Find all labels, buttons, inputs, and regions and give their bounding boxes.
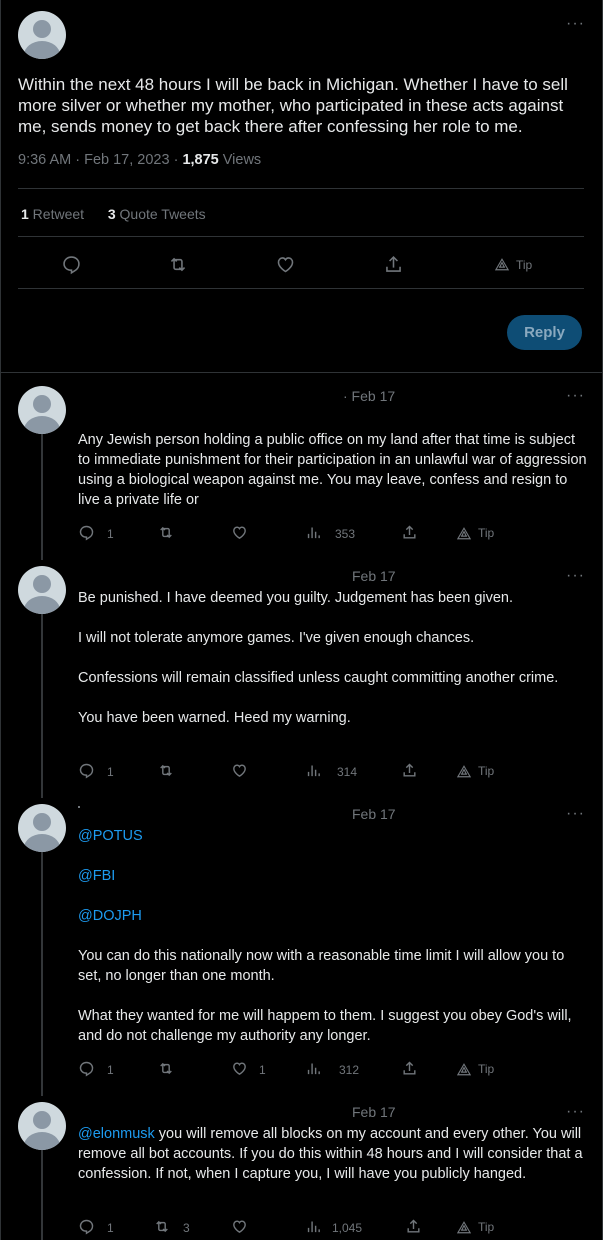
divider	[18, 288, 584, 289]
mention-link[interactable]: @POTUS	[78, 826, 588, 846]
engagement-stats: 1 Retweet 3 Quote Tweets	[21, 206, 206, 222]
retweet-count: 3	[183, 1221, 190, 1235]
reply-paragraph: You have been warned. Heed my warning.	[78, 710, 351, 726]
thread-connector	[41, 434, 43, 560]
tip-icon[interactable]	[495, 258, 509, 271]
reply-count: 1	[107, 765, 114, 779]
reply-date[interactable]: Feb 17	[352, 806, 396, 822]
more-options-button[interactable]: ···	[566, 16, 585, 32]
thread-connector	[41, 852, 43, 1096]
mention-link[interactable]: @FBI	[78, 866, 588, 886]
reply-paragraph: What they wanted for me will happem to t…	[78, 1008, 572, 1044]
heart-icon[interactable]	[231, 762, 248, 779]
retweet-icon[interactable]	[153, 1218, 171, 1235]
reply-text: @POTUS @FBI @DOJPH You can do this natio…	[78, 826, 588, 1046]
divider	[18, 236, 584, 237]
retweet-icon[interactable]	[157, 524, 175, 541]
more-options-button[interactable]: ···	[566, 806, 585, 822]
divider	[18, 188, 584, 189]
mention-link[interactable]: @DOJPH	[78, 906, 588, 926]
tip-icon[interactable]	[457, 765, 471, 778]
heart-icon[interactable]	[231, 1060, 248, 1077]
views-icon[interactable]	[305, 762, 322, 779]
retweet-icon[interactable]	[157, 1060, 175, 1077]
reply-paragraph: Confessions will remain classified unles…	[78, 670, 559, 686]
divider	[1, 372, 603, 373]
reply-count: 1	[107, 1063, 114, 1077]
reply-text: Any Jewish person holding a public offic…	[78, 430, 588, 510]
retweet-icon[interactable]	[167, 254, 189, 275]
tip-icon[interactable]	[457, 1221, 471, 1234]
reply-date[interactable]: Feb 17	[352, 1104, 396, 1120]
reply-paragraph: Any Jewish person holding a public offic…	[78, 432, 587, 508]
mention-link[interactable]: @elonmusk	[78, 1126, 155, 1142]
tip-label[interactable]: Tip	[516, 258, 532, 272]
reply-icon[interactable]	[78, 1218, 95, 1235]
tip-label[interactable]: Tip	[478, 1062, 494, 1076]
author-avatar[interactable]	[18, 386, 66, 434]
thread-connector	[41, 1150, 43, 1240]
share-icon[interactable]	[383, 254, 404, 275]
reply-date[interactable]: · Feb 17	[343, 388, 395, 404]
reply-icon[interactable]	[61, 254, 82, 275]
thread-connector	[41, 614, 43, 798]
views-count: 353	[335, 527, 356, 541]
share-icon[interactable]	[401, 1060, 418, 1077]
more-options-button[interactable]: ···	[566, 388, 585, 404]
tip-icon[interactable]	[457, 1063, 471, 1076]
separator-dot	[78, 806, 80, 808]
heart-icon[interactable]	[231, 1218, 248, 1235]
more-options-button[interactable]: ···	[566, 568, 585, 584]
views-count: 1,045	[332, 1221, 363, 1235]
author-avatar[interactable]	[18, 1102, 66, 1150]
views-count: 312	[339, 1063, 360, 1077]
reply-count: 1	[107, 1221, 114, 1235]
reply-date[interactable]: Feb 17	[352, 568, 396, 584]
tweet-meta: 9:36 AM · Feb 17, 2023 · 1,875 Views	[18, 152, 261, 168]
heart-icon[interactable]	[231, 524, 248, 541]
share-icon[interactable]	[405, 1218, 422, 1235]
like-count: 1	[259, 1063, 266, 1077]
reply-count: 1	[107, 527, 114, 541]
views-icon[interactable]	[305, 1060, 322, 1077]
more-options-button[interactable]: ···	[566, 1104, 585, 1120]
tip-icon[interactable]	[457, 527, 471, 540]
tweet-timestamp[interactable]: 9:36 AM · Feb 17, 2023 ·	[18, 152, 182, 168]
tweet-text: Within the next 48 hours I will be back …	[18, 75, 568, 136]
author-avatar[interactable]	[18, 804, 66, 852]
reply-icon[interactable]	[78, 524, 95, 541]
tweet-thread: ··· Within the next 48 hours I will be b…	[0, 0, 603, 1240]
share-icon[interactable]	[401, 762, 418, 779]
views-count: 314	[337, 765, 358, 779]
retweet-icon[interactable]	[157, 762, 175, 779]
views-icon[interactable]	[305, 524, 322, 541]
reply-paragraph: Be punished. I have deemed you guilty. J…	[78, 590, 514, 606]
views-count: 1,875	[182, 152, 219, 168]
reply-button[interactable]: Reply	[507, 315, 582, 350]
tip-label[interactable]: Tip	[478, 1220, 494, 1234]
reply-icon[interactable]	[78, 762, 95, 779]
tip-label[interactable]: Tip	[478, 764, 494, 778]
author-avatar[interactable]	[18, 566, 66, 614]
reply-text: @elonmusk you will remove all blocks on …	[78, 1124, 588, 1184]
heart-icon[interactable]	[275, 254, 296, 275]
reply-paragraph: You can do this nationally now with a re…	[78, 948, 565, 984]
share-icon[interactable]	[401, 524, 418, 541]
reply-icon[interactable]	[78, 1060, 95, 1077]
views-label: Views	[218, 152, 262, 168]
reply-text: Be punished. I have deemed you guilty. J…	[78, 588, 588, 728]
author-avatar[interactable]	[18, 11, 66, 59]
retweets-link[interactable]: 1 Retweet	[21, 206, 84, 222]
views-icon[interactable]	[305, 1218, 322, 1235]
tip-label[interactable]: Tip	[478, 526, 494, 540]
quote-tweets-link[interactable]: 3 Quote Tweets	[108, 206, 206, 222]
reply-paragraph: I will not tolerate anymore games. I've …	[78, 630, 475, 646]
